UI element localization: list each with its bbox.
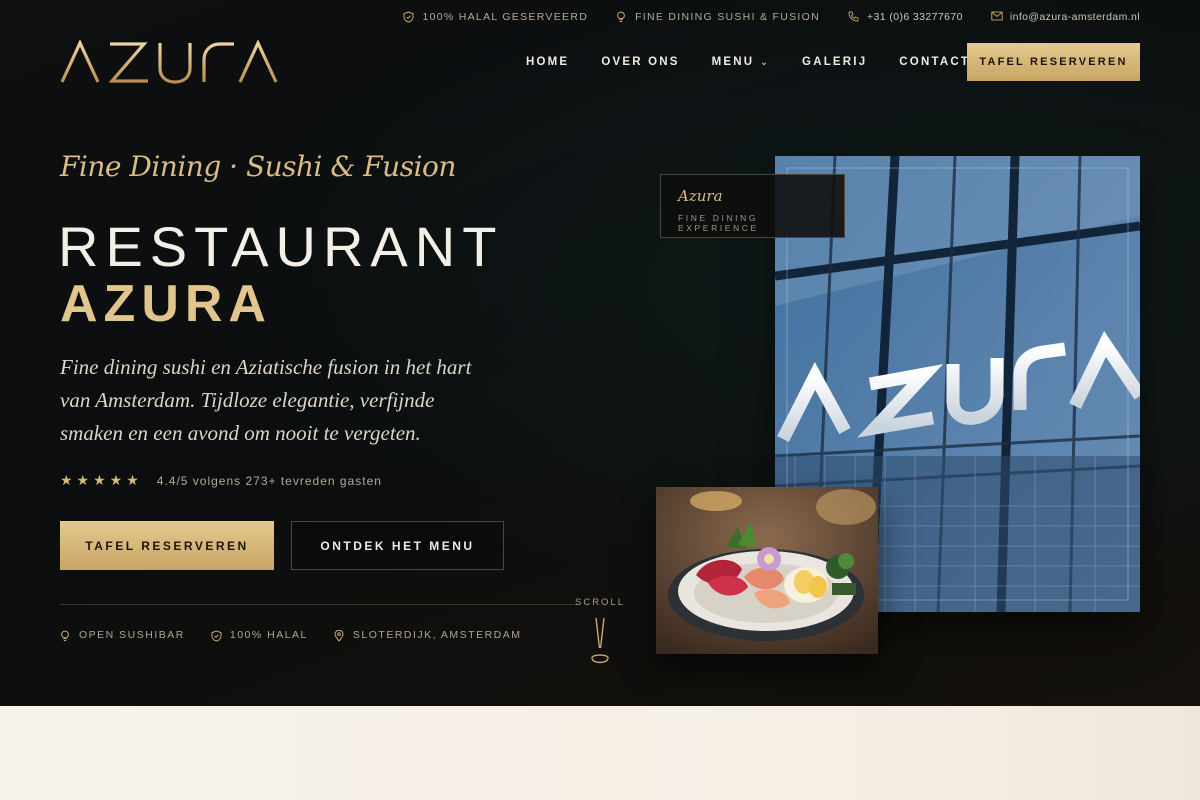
- scroll-label: SCROLL: [575, 597, 626, 608]
- main-nav: HOME OVER ONS MENU ⌄ GALERIJ CONTACT: [526, 56, 970, 68]
- feature-label: 100% HALAL: [229, 629, 308, 641]
- nav-galerij[interactable]: GALERIJ: [802, 56, 867, 68]
- chopsticks-bowl-icon[interactable]: [589, 616, 611, 670]
- bulb-icon: [60, 630, 71, 641]
- rating-text: 4.4/5 volgens 273+ tevreden gasten: [156, 473, 382, 488]
- halal-info-text: 100% HALAL GESERVEERD: [422, 11, 589, 23]
- feature-item: SLOTERDIJK, AMSTERDAM: [334, 629, 522, 642]
- hero-title-line2: AZURA: [60, 275, 272, 333]
- phone-link[interactable]: +31 (0)6 33277670: [848, 11, 963, 23]
- feature-label: SLOTERDIJK, AMSTERDAM: [352, 629, 522, 641]
- phone-text: +31 (0)6 33277670: [867, 11, 963, 23]
- discover-menu-button[interactable]: ONTDEK HET MENU: [291, 521, 504, 570]
- nav-home[interactable]: HOME: [526, 56, 569, 68]
- shield-check-icon: [211, 629, 222, 642]
- hero-tagline: Fine Dining · Sushi & Fusion: [60, 150, 456, 183]
- email-text: info@azura-amsterdam.nl: [1009, 11, 1140, 23]
- feature-list: OPEN SUSHIBAR 100% HALAL SLOTERDIJK, AMS…: [60, 629, 522, 642]
- hero-title-line1: RESTAURANT: [58, 215, 504, 278]
- shield-check-icon: [403, 11, 415, 23]
- dining-info: FINE DINING SUSHI & FUSION: [616, 11, 820, 23]
- bulb-icon: [616, 11, 628, 23]
- hero-description: Fine dining sushi en Aziatische fusion i…: [60, 355, 472, 445]
- next-section-band: [0, 706, 1200, 800]
- experience-badge: Azura FINE DINING EXPERIENCE: [660, 174, 845, 238]
- mail-icon: [991, 11, 1003, 23]
- top-info-bar: 100% HALAL GESERVEERD FINE DINING SUSHI …: [403, 11, 1140, 23]
- reserve-table-button[interactable]: TAFEL RESERVEREN: [60, 521, 274, 570]
- reserve-table-nav-button[interactable]: TAFEL RESERVEREN: [967, 43, 1140, 81]
- divider: [60, 604, 580, 605]
- feature-label: OPEN SUSHIBAR: [79, 629, 185, 641]
- nav-contact[interactable]: CONTACT: [899, 56, 970, 68]
- nav-over-ons[interactable]: OVER ONS: [601, 56, 679, 68]
- chevron-down-icon: ⌄: [760, 56, 771, 67]
- feature-item: 100% HALAL: [211, 629, 308, 642]
- azura-logo[interactable]: [60, 39, 282, 84]
- badge-subtitle: FINE DINING EXPERIENCE: [678, 213, 759, 233]
- nav-menu[interactable]: MENU ⌄: [712, 56, 770, 68]
- feature-item: OPEN SUSHIBAR: [60, 629, 185, 641]
- rating: ★★★★★ 4.4/5 volgens 273+ tevreden gasten: [60, 472, 382, 489]
- hero-section: 100% HALAL GESERVEERD FINE DINING SUSHI …: [0, 0, 1200, 706]
- halal-info: 100% HALAL GESERVEERD: [403, 11, 588, 23]
- badge-name: Azura: [678, 187, 723, 205]
- phone-icon: [848, 11, 860, 23]
- dining-info-text: FINE DINING SUSHI & FUSION: [635, 11, 820, 23]
- star-rating-icons: ★★★★★: [60, 472, 143, 488]
- sashimi-photo: [656, 487, 878, 654]
- email-link[interactable]: info@azura-amsterdam.nl: [991, 11, 1140, 23]
- nav-menu-label: MENU: [711, 56, 755, 68]
- location-pin-icon: [334, 629, 345, 642]
